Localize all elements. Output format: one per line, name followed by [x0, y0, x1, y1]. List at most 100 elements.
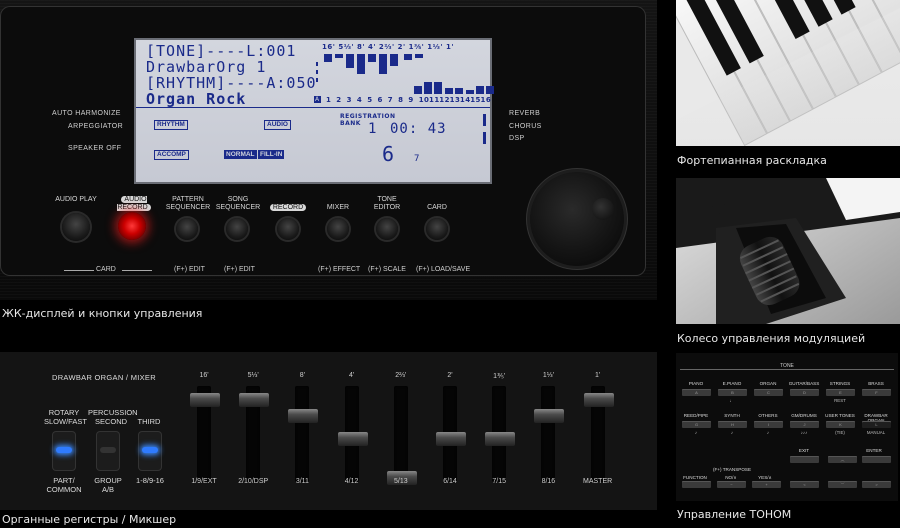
enter-button[interactable] — [862, 456, 891, 463]
row2-sub-label: ♪ — [694, 430, 698, 435]
lcd-small-number: 7 — [414, 154, 421, 164]
drawbar-fader-knob[interactable] — [583, 393, 614, 408]
drawbar-fader-knob[interactable] — [239, 393, 270, 408]
dsp-label: DSP — [509, 135, 525, 142]
lcd-tone-line: [TONE]----L:001 — [146, 42, 297, 60]
third-label: THIRD — [137, 417, 161, 426]
fader-bottom-label: 7/15 — [492, 478, 506, 485]
row1-label: BRASS — [868, 381, 884, 386]
tone-button-b[interactable]: B — [718, 389, 747, 396]
drawbar-fader-knob[interactable] — [485, 432, 516, 446]
tone-button-k[interactable]: K — [826, 421, 855, 428]
drawbar-fader-knob[interactable] — [337, 432, 368, 446]
lcd-channel-level-bar — [445, 88, 453, 94]
exit-button[interactable] — [790, 456, 819, 463]
tone-button-a[interactable]: A — [682, 389, 711, 396]
tone-button-e[interactable]: E — [826, 389, 855, 396]
card-button[interactable] — [426, 218, 448, 240]
row2-sub-label: (TIE) — [835, 430, 845, 435]
lcd-channel-9: 9 — [408, 96, 414, 104]
row2-sub-label: MANUAL — [866, 430, 886, 435]
function-button[interactable] — [682, 481, 711, 488]
audio-record-label: AUDIO RECORD — [104, 196, 164, 212]
tone-key-letter: I — [767, 422, 770, 427]
lcd-rhythm-line: [RHYTHM]----A:050 — [146, 74, 317, 92]
song-sequencer-button[interactable] — [226, 218, 248, 240]
function-label: FUNCTION — [683, 475, 707, 480]
mixer-button[interactable] — [327, 218, 349, 240]
lcd-channel-a: A — [314, 96, 321, 103]
fader-top-label: 1⅗' — [493, 373, 506, 380]
drawbar-fader-knob[interactable] — [534, 409, 565, 423]
audio-play-button[interactable] — [62, 213, 90, 241]
modulation-wheel-photo — [676, 178, 900, 324]
dial-finger-grip — [592, 198, 614, 220]
card-sub-label: CARD — [96, 266, 116, 273]
fader-top-label: 5⅓' — [247, 372, 259, 379]
fader-top-label: 8' — [299, 372, 305, 379]
minus-button[interactable]: − — [717, 481, 746, 488]
right-button[interactable]: > — [862, 481, 891, 488]
tone-key-letter: K — [839, 422, 842, 427]
plus-button[interactable]: + — [752, 481, 781, 488]
lcd-rhythm-indicator: RHYTHM — [154, 120, 188, 130]
pattern-sequencer-button[interactable] — [176, 218, 198, 240]
drawbar-fader-knob[interactable] — [190, 393, 220, 408]
fader-top-label: 2' — [447, 372, 453, 379]
drawbar-fader-knob[interactable] — [436, 432, 466, 446]
tone-key-letter: D — [803, 390, 806, 395]
lcd-channel-13: 13 — [449, 96, 461, 104]
left-arrow-icon: < — [803, 482, 806, 487]
tone-key-letter: E — [839, 390, 842, 395]
lcd-channel-level-bar — [466, 90, 474, 94]
tone-editor-button[interactable] — [376, 218, 398, 240]
data-dial[interactable] — [530, 172, 624, 266]
tone-key-letter: B — [731, 390, 734, 395]
lcd-tone-name: DrawbarOrg 1 — [146, 58, 267, 76]
tone-button-f[interactable]: F — [862, 389, 891, 396]
row2-sub-label: ♪♪♪ — [800, 430, 808, 435]
lcd-channel-2: 2 — [336, 96, 342, 104]
fader-top-label: 2⅔' — [395, 372, 407, 379]
tone-caption: Управление ТОНОМ — [677, 508, 792, 521]
song-edit-label: (F+) EDIT — [224, 266, 255, 273]
lcd-drawbar-bar — [368, 54, 376, 62]
tone-button-d[interactable]: D — [790, 389, 819, 396]
lcd-channel-5: 5 — [367, 96, 373, 104]
lcd-channel-10: 10 — [418, 96, 430, 104]
tone-key-letter: J — [803, 422, 806, 427]
drawbar-fader-knob[interactable] — [288, 409, 319, 423]
wheel-caption: Колесо управления модуляцией — [677, 332, 866, 345]
audio-record-button[interactable] — [118, 212, 146, 240]
drawbar-mixer-panel: DRAWBAR ORGAN / MIXER ROTARY SLOW/FAST P… — [0, 352, 657, 510]
rotary-led — [56, 447, 72, 453]
lcd-display: [TONE]----L:001 DrawbarOrg 1 [RHYTHM]---… — [134, 38, 494, 184]
fader-top-label: 1' — [594, 372, 601, 379]
speaker-off-label: SPEAKER OFF — [68, 145, 122, 152]
tone-key-letter: C — [767, 390, 770, 395]
up-button[interactable]: ︿ — [828, 456, 857, 463]
lcd-channel-15: 15 — [470, 96, 481, 104]
fader-bottom-label: 3/11 — [295, 478, 309, 485]
lcd-footage-labels: 16' 5⅓' 8' 4' 2⅔' 2' 1⅗' 1⅓' 1' — [322, 43, 454, 51]
record-button[interactable] — [277, 218, 299, 240]
lcd-fill-in-indicator: FILL-IN — [258, 150, 285, 159]
lcd-channel-level-bar — [434, 82, 442, 94]
left-button[interactable]: < — [790, 481, 819, 488]
tone-key-letter: H — [731, 422, 734, 427]
percussion-switch[interactable] — [97, 432, 119, 470]
down-button[interactable]: ﹀ — [828, 481, 857, 488]
rotary-switch[interactable] — [53, 432, 75, 470]
tone-button-j[interactable]: J — [790, 421, 819, 428]
up-arrow-icon: ︿ — [840, 457, 845, 462]
tone-button-h[interactable]: H — [718, 421, 747, 428]
tone-button-g[interactable]: G — [682, 421, 711, 428]
row1-sub-label: ♩ — [729, 398, 735, 403]
row2-label: OTHERS — [758, 413, 778, 418]
tone-button-i[interactable]: I — [754, 421, 783, 428]
percussion-label: PERCUSSION SECOND — [88, 408, 138, 426]
part-range-label: 1-8/9-16 — [136, 476, 164, 485]
tone-button-l[interactable]: L — [862, 421, 891, 428]
third-switch[interactable] — [139, 432, 161, 470]
tone-button-c[interactable]: C — [754, 389, 783, 396]
